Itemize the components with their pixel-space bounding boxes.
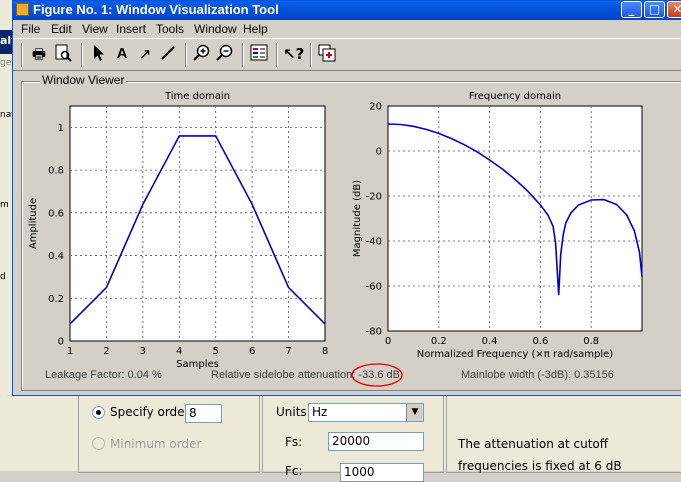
toolbar-separator [276, 43, 278, 67]
toolbar-separator [21, 43, 23, 67]
x-tick-label: 2 [103, 346, 109, 357]
toolbar-separator [81, 43, 83, 67]
menu-edit[interactable]: Edit [51, 22, 72, 36]
units-label: Units: [276, 405, 311, 419]
x-tick-label: 7 [285, 346, 291, 357]
y-tick-label: 0 [376, 147, 382, 158]
pointer-icon[interactable] [89, 44, 109, 64]
menu-view[interactable]: View [82, 22, 108, 36]
text-icon[interactable]: A [112, 44, 132, 64]
x-tick-label: 6 [249, 346, 255, 357]
figure-window: Figure No. 1: Window Visualization Tool … [12, 0, 681, 396]
frequency-domain-chart[interactable]: 0 0.2 0.4 0.6 0.8 -80 -60 -40 -20 0 20 Frequency do… [352, 91, 643, 360]
leakage-factor-text: Leakage Factor: 0.04 % [45, 369, 162, 381]
menu-window[interactable]: Window [194, 22, 237, 36]
toolbar-separator [310, 43, 312, 67]
x-tick-label: 5 [213, 346, 219, 357]
y-tick-label: -20 [366, 192, 382, 203]
whats-this-icon[interactable]: ↖? [283, 44, 304, 64]
y-axis-label: Magnitude (dB) [352, 180, 363, 257]
order-input[interactable]: 8 [185, 404, 222, 423]
y-tick-label: 0.6 [48, 208, 64, 219]
toolbar-separator [185, 43, 187, 67]
maximize-button[interactable]: □ [644, 1, 665, 18]
minimum-order-radio[interactable] [92, 437, 105, 450]
window-title: Figure No. 1: Window Visualization Tool [33, 2, 279, 17]
menu-help[interactable]: Help [243, 22, 268, 36]
menu-file[interactable]: File [21, 22, 40, 36]
time-domain-chart[interactable]: 1 2 3 4 5 6 7 800.20.40.60.81Time domainSamples… [28, 91, 328, 370]
plots-area: 1 2 3 4 5 6 7 800.20.40.60.81Time domainSamples… [28, 91, 643, 370]
x-tick-label: 8 [322, 346, 328, 357]
zoom-in-icon[interactable] [192, 44, 212, 64]
minimize-button[interactable]: _ [621, 1, 642, 18]
zoom-out-icon[interactable] [215, 44, 235, 64]
y-tick-label: 0.8 [48, 166, 64, 177]
minimum-order-label: Minimum order [110, 437, 202, 451]
x-tick-label: 0.8 [583, 336, 599, 347]
y-axis-label: Amplitude [28, 198, 39, 249]
y-tick-label: 0.4 [48, 251, 64, 262]
x-tick-label: 0 [385, 336, 391, 347]
chevron-down-icon[interactable]: ▼ [406, 404, 423, 421]
x-axis-label: Normalized Frequency (×π rad/sample) [417, 349, 614, 360]
filter-settings-panel: Specify order: 8 Minimum order Units: Hz… [0, 395, 681, 482]
legend-icon[interactable] [249, 44, 269, 64]
y-tick-label: 1 [58, 123, 64, 134]
chart-title: Frequency domain [469, 91, 561, 102]
y-tick-label: -40 [366, 237, 382, 248]
print-icon[interactable]: 🖶 [29, 44, 49, 64]
axes-frame [387, 105, 643, 332]
toolbar: 🖶 A ↗ ↖? [13, 38, 681, 71]
x-tick-label: 0.4 [482, 336, 498, 347]
y-tick-label: 0.2 [48, 294, 64, 305]
fs-input[interactable]: 20000 [328, 432, 424, 451]
units-value: Hz [312, 405, 328, 419]
chart-title: Time domain [164, 91, 230, 102]
toolbar-separator [242, 43, 244, 67]
arrow-icon[interactable]: ↗ [135, 44, 155, 64]
axes-frame [69, 105, 326, 342]
menu-bar: File Edit View Insert Tools Window Help [13, 20, 681, 38]
menu-tools[interactable]: Tools [156, 22, 184, 36]
fc-input[interactable]: 1000 [340, 463, 424, 482]
red-circle-annotation [351, 363, 403, 387]
fc-label: Fc: [285, 464, 303, 478]
specify-order-label: Specify order: [110, 405, 194, 419]
y-tick-label: -60 [366, 282, 382, 293]
mainlobe-width-text: Mainlobe width (-3dB): 0.35156 [461, 369, 614, 381]
x-tick-label: 4 [176, 346, 182, 357]
units-select[interactable]: Hz ▼ [308, 403, 424, 422]
x-tick-label: 0.6 [532, 336, 548, 347]
print-preview-icon[interactable] [53, 44, 73, 64]
x-tick-label: 0.2 [431, 336, 447, 347]
close-button[interactable]: ✕ [667, 1, 681, 18]
menu-insert[interactable]: Insert [116, 22, 146, 36]
line-icon[interactable] [158, 44, 178, 64]
title-bar[interactable]: Figure No. 1: Window Visualization Tool … [13, 1, 681, 20]
matlab-figure-icon [16, 3, 29, 16]
y-tick-label: 0 [58, 337, 64, 348]
x-tick-label: 3 [140, 346, 146, 357]
specify-order-radio[interactable] [92, 406, 105, 419]
new-window-icon[interactable] [317, 44, 337, 64]
attenuation-note-line1: The attenuation at cutoff [458, 437, 609, 451]
fs-label: Fs: [285, 435, 303, 449]
y-tick-label: 20 [369, 102, 382, 113]
y-tick-label: -80 [366, 327, 382, 338]
x-tick-label: 1 [67, 346, 73, 357]
